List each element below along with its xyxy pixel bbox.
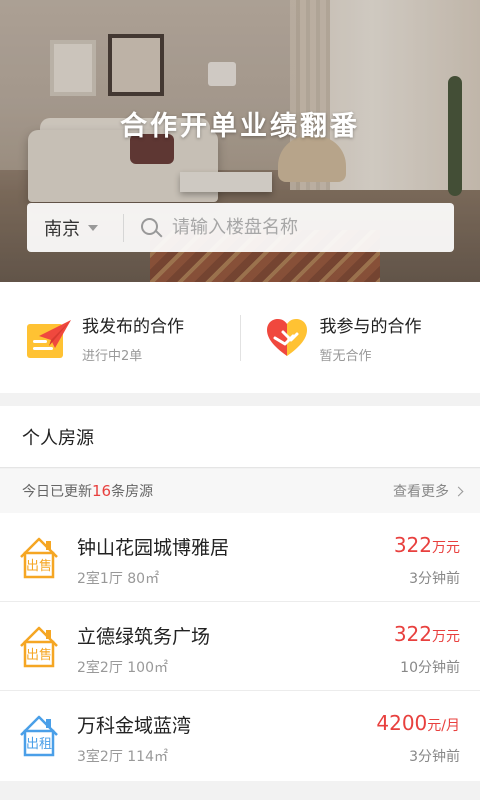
search-field[interactable] bbox=[124, 203, 454, 252]
update-suffix: 条房源 bbox=[111, 484, 154, 500]
listing-row[interactable]: 出售 钟山花园城博雅居 2室1厅 80㎡ 322万元 3分钟前 bbox=[0, 513, 480, 602]
listing-price-value: 322 bbox=[393, 533, 432, 557]
listing-list: 出售 钟山花园城博雅居 2室1厅 80㎡ 322万元 3分钟前 出售 立德绿筑务… bbox=[0, 513, 480, 781]
see-more-link[interactable]: 查看更多 bbox=[393, 481, 464, 501]
house-sale-icon: 出售 bbox=[19, 624, 59, 672]
listing-price-unit: 万元 bbox=[432, 629, 460, 645]
coop-subtitle: 暂无合作 bbox=[319, 348, 372, 364]
city-label: 南京 bbox=[44, 218, 80, 240]
listing-time: 10分钟前 bbox=[400, 660, 460, 676]
listing-price: 322万元 bbox=[394, 622, 460, 646]
listing-spec: 2室2厅 100㎡ bbox=[77, 660, 168, 676]
listing-price-value: 4200 bbox=[376, 711, 428, 735]
listing-name: 钟山花园城博雅居 bbox=[77, 537, 230, 559]
update-summary: 今日已更新16条房源 bbox=[22, 481, 153, 501]
see-more-label: 查看更多 bbox=[393, 484, 449, 500]
listing-name: 立德绿筑务广场 bbox=[77, 626, 211, 648]
coop-title: 我参与的合作 bbox=[319, 316, 422, 337]
listing-tag: 出售 bbox=[25, 648, 52, 663]
update-count: 16 bbox=[92, 482, 112, 500]
listing-time: 3分钟前 bbox=[409, 571, 460, 587]
search-bar: 南京 bbox=[27, 203, 454, 252]
hero-banner: 合作开单业绩翻番 南京 bbox=[0, 0, 480, 282]
listing-price: 322万元 bbox=[394, 533, 460, 557]
update-bar: 今日已更新16条房源 查看更多 bbox=[0, 469, 480, 513]
coop-subtitle: 进行中2单 bbox=[82, 348, 143, 364]
handshake-heart-icon bbox=[263, 314, 311, 362]
my-published-cooperation[interactable]: 我发布的合作 进行中2单 bbox=[0, 282, 240, 393]
coop-title: 我发布的合作 bbox=[82, 316, 184, 337]
listing-price-unit: 万元 bbox=[432, 540, 460, 556]
listing-price-unit: 元/月 bbox=[427, 718, 460, 734]
update-prefix: 今日已更新 bbox=[22, 484, 92, 500]
listing-price-value: 322 bbox=[393, 622, 432, 646]
cooperation-panel: 我发布的合作 进行中2单 我参与的合作 暂无合作 bbox=[0, 282, 480, 393]
listing-tag: 出售 bbox=[25, 559, 52, 574]
paper-plane-icon bbox=[25, 314, 73, 362]
city-selector[interactable]: 南京 bbox=[27, 203, 123, 252]
caret-down-icon bbox=[88, 224, 98, 231]
listing-name: 万科金域蓝湾 bbox=[77, 715, 192, 737]
listing-spec: 3室2厅 114㎡ bbox=[77, 749, 168, 765]
hero-title: 合作开单业绩翻番 bbox=[120, 111, 360, 142]
listing-row[interactable]: 出租 万科金域蓝湾 3室2厅 114㎡ 4200元/月 3分钟前 bbox=[0, 691, 480, 781]
search-icon bbox=[140, 217, 163, 239]
listing-price: 4200元/月 bbox=[376, 711, 460, 735]
personal-listings-header: 个人房源 bbox=[0, 406, 480, 468]
house-rent-icon: 出租 bbox=[19, 713, 59, 761]
listing-time: 3分钟前 bbox=[409, 749, 460, 765]
listing-spec: 2室1厅 80㎡ bbox=[77, 571, 160, 587]
house-sale-icon: 出售 bbox=[19, 535, 59, 583]
listing-row[interactable]: 出售 立德绿筑务广场 2室2厅 100㎡ 322万元 10分钟前 bbox=[0, 602, 480, 691]
my-joined-cooperation[interactable]: 我参与的合作 暂无合作 bbox=[241, 282, 480, 393]
section-title: 个人房源 bbox=[22, 427, 94, 449]
search-input[interactable] bbox=[172, 217, 412, 238]
listing-tag: 出租 bbox=[25, 737, 52, 752]
chevron-right-icon bbox=[453, 486, 464, 496]
